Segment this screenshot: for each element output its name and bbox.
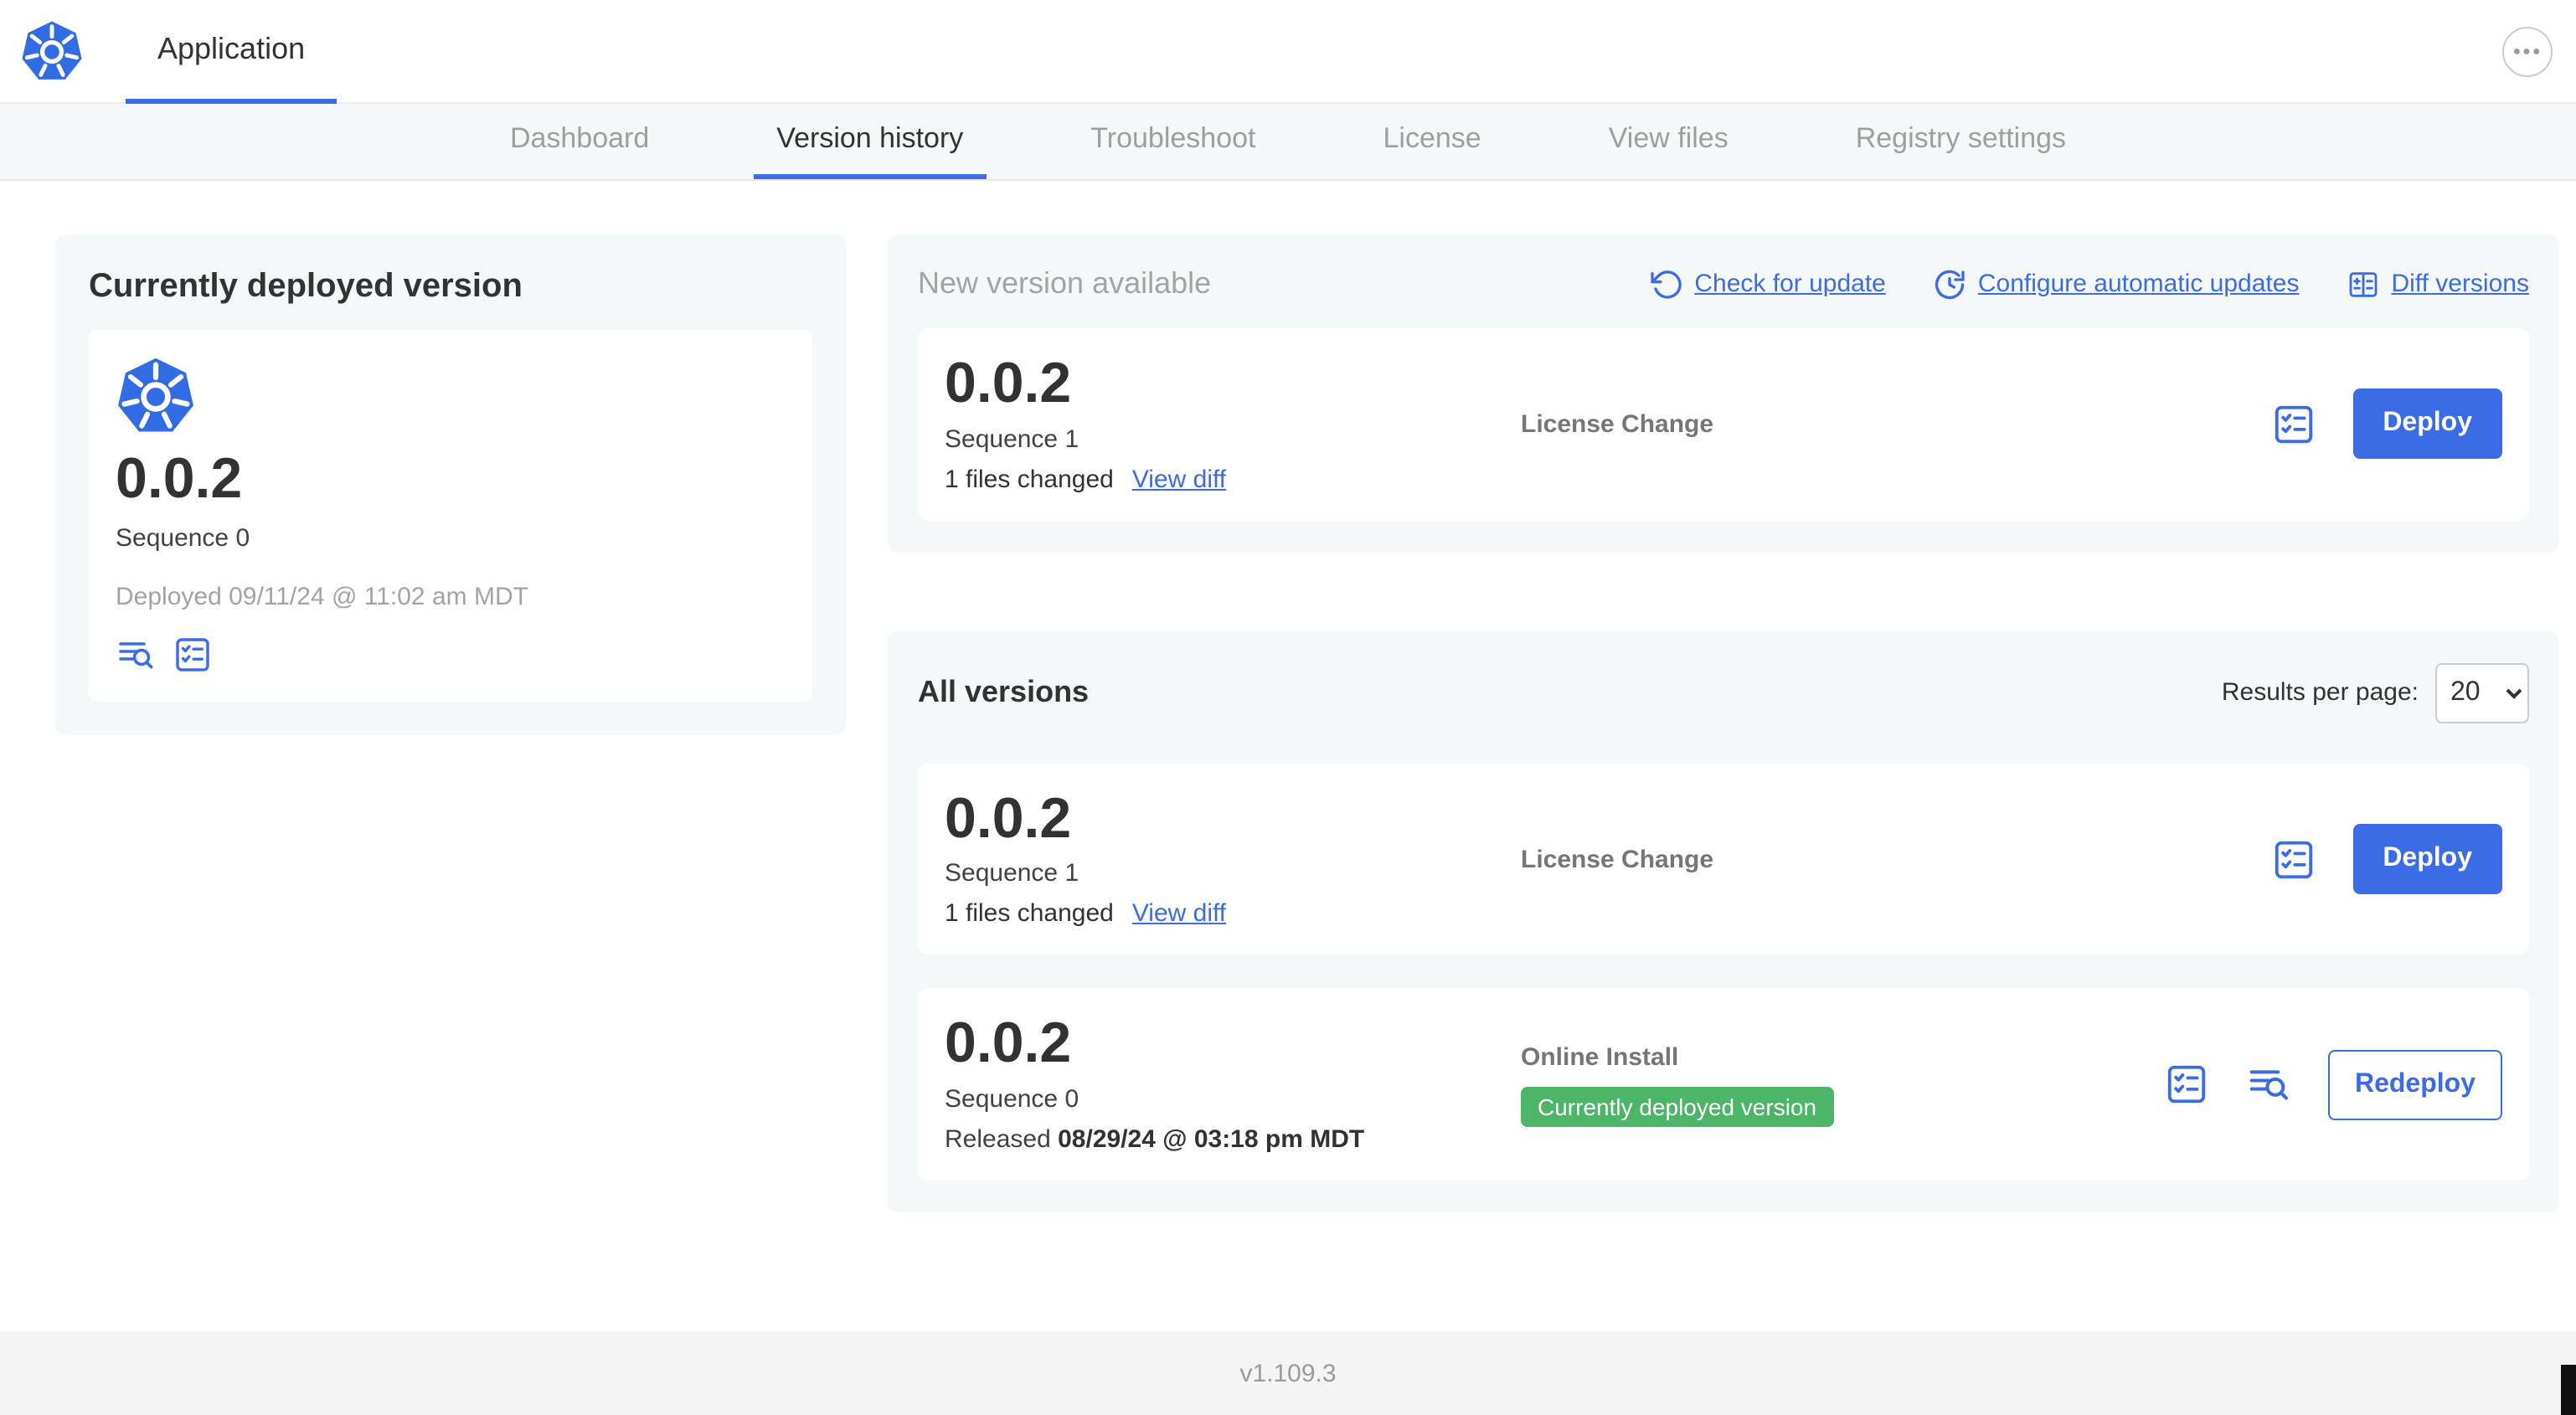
tab-version-history[interactable]: Version history bbox=[753, 104, 987, 179]
new-version-header: New version available Check for update C… bbox=[918, 266, 2529, 301]
refresh-ccw-icon bbox=[1649, 267, 1682, 301]
kubernetes-logo-icon bbox=[20, 19, 84, 83]
tab-dashboard[interactable]: Dashboard bbox=[487, 104, 672, 179]
check-for-update-link[interactable]: Check for update bbox=[1649, 267, 1886, 301]
release-sequence: Sequence 1 bbox=[945, 424, 1079, 454]
deployed-sequence: Sequence 0 bbox=[116, 523, 250, 553]
link-label: Configure automatic updates bbox=[1977, 270, 2300, 298]
kubernetes-logo-icon bbox=[116, 357, 196, 437]
configure-automatic-updates-link[interactable]: Configure automatic updates bbox=[1933, 267, 2300, 301]
release-info: 0.0.2 Sequence 1 1 files changed View di… bbox=[945, 352, 1521, 494]
new-version-release-row: 0.0.2 Sequence 1 1 files changed View di… bbox=[918, 328, 2529, 521]
preflight-checklist-icon[interactable] bbox=[2270, 836, 2316, 882]
preflight-checklist-icon[interactable] bbox=[2164, 1062, 2209, 1107]
deployed-version-card: 0.0.2 Sequence 0 Deployed 09/11/24 @ 11:… bbox=[89, 330, 812, 702]
deploy-button[interactable]: Deploy bbox=[2352, 824, 2502, 895]
currently-deployed-panel: Currently deployed version 0.0.2 Sequenc… bbox=[55, 234, 846, 735]
release-info: 0.0.2 Sequence 0 Released 08/29/24 @ 03:… bbox=[945, 1011, 1521, 1154]
new-version-panel: New version available Check for update C… bbox=[888, 234, 2559, 553]
tab-label: View files bbox=[1608, 122, 1728, 154]
link-label: Diff versions bbox=[2391, 270, 2529, 298]
tab-view-files[interactable]: View files bbox=[1585, 104, 1752, 179]
results-per-page-label: Results per page: bbox=[2221, 678, 2419, 708]
top-header: Application ●●● bbox=[0, 0, 2576, 104]
tab-troubleshoot[interactable]: Troubleshoot bbox=[1067, 104, 1279, 179]
tab-label: Registry settings bbox=[1855, 122, 2067, 154]
tab-label: License bbox=[1383, 122, 1481, 154]
new-version-heading: New version available bbox=[918, 266, 1212, 300]
view-logs-icon[interactable] bbox=[116, 634, 156, 674]
version-row: 0.0.2 Sequence 0 Released 08/29/24 @ 03:… bbox=[918, 988, 2529, 1181]
ellipsis-icon: ●●● bbox=[2512, 44, 2543, 59]
secondary-nav: Dashboard Version history Troubleshoot L… bbox=[0, 104, 2576, 181]
currently-deployed-badge: Currently deployed version bbox=[1521, 1086, 1834, 1127]
currently-deployed-heading: Currently deployed version bbox=[89, 268, 523, 305]
release-timestamp: Released 08/29/24 @ 03:18 pm MDT bbox=[945, 1125, 1521, 1154]
release-sequence: Sequence 1 bbox=[945, 859, 1079, 888]
tab-label: Dashboard bbox=[509, 122, 650, 154]
view-diff-link[interactable]: View diff bbox=[1132, 900, 1226, 929]
app-window: Application ●●● Dashboard Version histor… bbox=[0, 0, 2576, 1415]
update-actions: Check for update Configure automatic upd… bbox=[1649, 267, 2529, 301]
release-actions: Deploy bbox=[2270, 824, 2502, 895]
all-versions-header: All versions Results per page: 20 bbox=[918, 662, 2529, 723]
release-info: 0.0.2 Sequence 1 1 files changed View di… bbox=[945, 786, 1521, 929]
release-source-block: Online Install Currently deployed versio… bbox=[1521, 1042, 2164, 1127]
tab-application[interactable]: Application bbox=[126, 0, 337, 103]
preflight-checklist-icon[interactable] bbox=[2270, 402, 2316, 447]
link-label: Check for update bbox=[1694, 270, 1886, 298]
deployed-icon-row bbox=[116, 634, 786, 674]
footer: v1.109.3 bbox=[0, 1331, 2576, 1415]
version-rows: 0.0.2 Sequence 1 1 files changed View di… bbox=[918, 763, 2529, 1181]
released-prefix: Released bbox=[945, 1125, 1051, 1155]
released-date: 08/29/24 @ 03:18 pm MDT bbox=[1058, 1125, 1365, 1155]
release-source-block: License Change bbox=[1521, 410, 2270, 439]
redeploy-button[interactable]: Redeploy bbox=[2327, 1049, 2502, 1120]
release-sequence: Sequence 0 bbox=[945, 1085, 1079, 1114]
right-column: New version available Check for update C… bbox=[888, 234, 2559, 1213]
version-row: 0.0.2 Sequence 1 1 files changed View di… bbox=[918, 763, 2529, 955]
release-version-number: 0.0.2 bbox=[945, 352, 1072, 415]
tab-label: Version history bbox=[776, 122, 964, 154]
release-files-changed: 1 files changed View diff bbox=[945, 900, 1521, 929]
preflight-checklist-icon[interactable] bbox=[173, 634, 213, 674]
view-logs-icon[interactable] bbox=[2246, 1062, 2291, 1107]
results-per-page-select[interactable]: 20 bbox=[2435, 662, 2529, 723]
app-tab-label: Application bbox=[157, 31, 306, 64]
all-versions-panel: All versions Results per page: 20 0.0.2 … bbox=[888, 630, 2559, 1213]
results-per-page: Results per page: 20 bbox=[2222, 662, 2529, 723]
release-source: License Change bbox=[1521, 409, 1714, 439]
view-diff-link[interactable]: View diff bbox=[1132, 465, 1226, 493]
update-clock-icon bbox=[1933, 267, 1966, 301]
release-source-block: License Change bbox=[1521, 845, 2270, 873]
release-source: Online Install bbox=[1521, 1042, 1679, 1072]
files-changed-text: 1 files changed bbox=[945, 899, 1114, 929]
tab-license[interactable]: License bbox=[1360, 104, 1505, 179]
release-source: License Change bbox=[1521, 845, 1714, 874]
scrollbar-artifact bbox=[2561, 1365, 2576, 1415]
files-changed-text: 1 files changed bbox=[945, 465, 1114, 494]
release-version-number: 0.0.2 bbox=[945, 1011, 1072, 1076]
tab-label: Troubleshoot bbox=[1090, 122, 1256, 154]
release-files-changed: 1 files changed View diff bbox=[945, 465, 1521, 493]
release-actions: Redeploy bbox=[2164, 1049, 2502, 1120]
tab-registry-settings[interactable]: Registry settings bbox=[1832, 104, 2089, 179]
deploy-button[interactable]: Deploy bbox=[2352, 388, 2502, 460]
deployed-timestamp: Deployed 09/11/24 @ 11:02 am MDT bbox=[116, 582, 528, 611]
deployed-version-number: 0.0.2 bbox=[116, 447, 243, 511]
diff-table-icon bbox=[2346, 267, 2379, 301]
diff-versions-link[interactable]: Diff versions bbox=[2346, 267, 2529, 301]
main-content: Currently deployed version 0.0.2 Sequenc… bbox=[0, 181, 2576, 1331]
all-versions-heading: All versions bbox=[918, 675, 1090, 709]
release-actions: Deploy bbox=[2270, 388, 2502, 460]
admin-console-version: v1.109.3 bbox=[1239, 1359, 1337, 1387]
release-version-number: 0.0.2 bbox=[945, 786, 1072, 851]
ellipsis-menu-button[interactable]: ●●● bbox=[2502, 26, 2553, 76]
